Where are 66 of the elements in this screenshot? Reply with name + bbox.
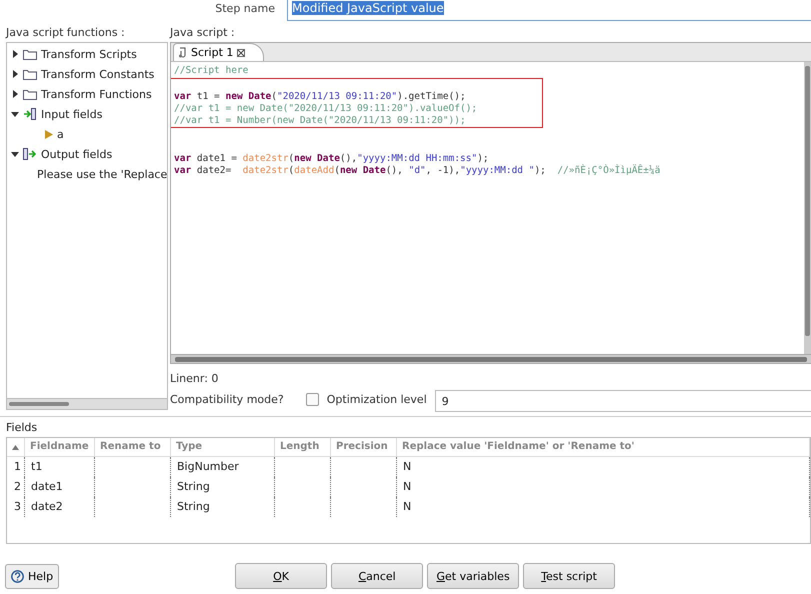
scrollbar[interactable] <box>6 398 168 410</box>
expanded-arrow-icon[interactable] <box>11 110 19 118</box>
script-tab[interactable]: Script 1 <box>173 43 264 61</box>
sort-ascending-icon[interactable] <box>12 444 19 450</box>
code-line: //var t1 = new Date("2020/11/13 09:11:20").valueOf(); <box>174 103 478 115</box>
tree-item[interactable]: a <box>57 128 64 140</box>
folder-icon <box>23 68 37 80</box>
expanded-arrow-icon[interactable] <box>11 150 19 158</box>
code-line: var date2= date2str(dateAdd(new Date(), "d", -1),"yyyy:MM:dd "); //»ñÈ¡Ç°Ò»ÌìµÄÊ±¼ä <box>174 165 660 177</box>
compatibility-checkbox[interactable] <box>306 392 319 406</box>
tree-item[interactable]: Output fields <box>41 148 112 160</box>
help-button[interactable]: Help <box>5 564 60 588</box>
collapsed-arrow-icon[interactable] <box>11 70 19 78</box>
column-header[interactable]: Rename to <box>95 438 171 456</box>
table-cell: t1 <box>25 457 95 477</box>
code-line: var date1 = date2str(new Date(),"yyyy:MM:dd HH:mm:ss"); <box>174 153 490 165</box>
column-header[interactable]: Precision <box>331 438 397 456</box>
hint-text: Please use the 'Replace <box>37 168 167 180</box>
table-cell: N <box>397 477 810 497</box>
column-header[interactable]: Fieldname <box>25 438 95 456</box>
column-header[interactable]: Type <box>171 438 275 456</box>
row-number: 3 <box>7 497 25 517</box>
line-number-text: Linenr: 0 <box>170 371 220 387</box>
table-cell: String <box>171 477 275 497</box>
triangle-icon <box>45 130 53 138</box>
table-cell: String <box>171 497 275 517</box>
row-number: 2 <box>7 477 25 497</box>
action-button[interactable]: Cancel <box>331 563 424 589</box>
functions-label: Java script functions : <box>6 25 126 41</box>
action-button[interactable]: Test script <box>523 563 616 589</box>
code-line: //Script here <box>174 65 248 77</box>
folder-icon <box>23 48 37 60</box>
action-button[interactable]: Get variables <box>427 563 520 589</box>
table-cell: date2 <box>25 497 95 517</box>
row-number: 1 <box>7 457 25 477</box>
tree-item[interactable]: Transform Functions <box>41 88 152 100</box>
table-cell: date1 <box>25 477 95 497</box>
code-line: //var t1 = Number(new Date("2020/11/13 09:11:20")); <box>174 115 467 127</box>
tree-item[interactable]: Transform Constants <box>41 68 154 80</box>
table-cell: N <box>397 457 810 477</box>
input-field-icon <box>23 108 37 120</box>
collapsed-arrow-icon[interactable] <box>11 50 19 58</box>
compatibility-label: Compatibility mode? <box>170 392 284 408</box>
fields-label: Fields <box>5 421 38 435</box>
step-name-field[interactable]: Modified JavaScript value <box>287 0 811 21</box>
optimization-field[interactable]: 9 <box>434 390 811 412</box>
editor-label: Java script : <box>170 25 236 41</box>
column-header[interactable]: Replace value 'Fieldname' or 'Rename to' <box>397 438 810 456</box>
scrollbar[interactable] <box>804 62 811 354</box>
column-header[interactable]: Length <box>275 438 331 456</box>
output-field-icon <box>23 148 37 160</box>
close-icon[interactable] <box>237 48 246 56</box>
scrollbar[interactable] <box>171 354 811 363</box>
step-name-label: Step name <box>215 1 275 15</box>
code-line: var t1 = new Date("2020/11/13 09:11:20").getTime(); <box>174 91 467 103</box>
optimization-label: Optimization level <box>326 392 427 408</box>
table-cell: BigNumber <box>171 457 275 477</box>
help-icon <box>11 570 24 582</box>
folder-icon <box>23 88 37 100</box>
tree-item[interactable]: Input fields <box>41 108 102 120</box>
tree-item[interactable]: Transform Scripts <box>41 48 137 60</box>
action-button[interactable]: OK <box>235 563 328 589</box>
script-icon <box>178 47 187 58</box>
table-cell: N <box>397 497 810 517</box>
collapsed-arrow-icon[interactable] <box>11 90 19 98</box>
code-editor[interactable] <box>170 42 811 364</box>
